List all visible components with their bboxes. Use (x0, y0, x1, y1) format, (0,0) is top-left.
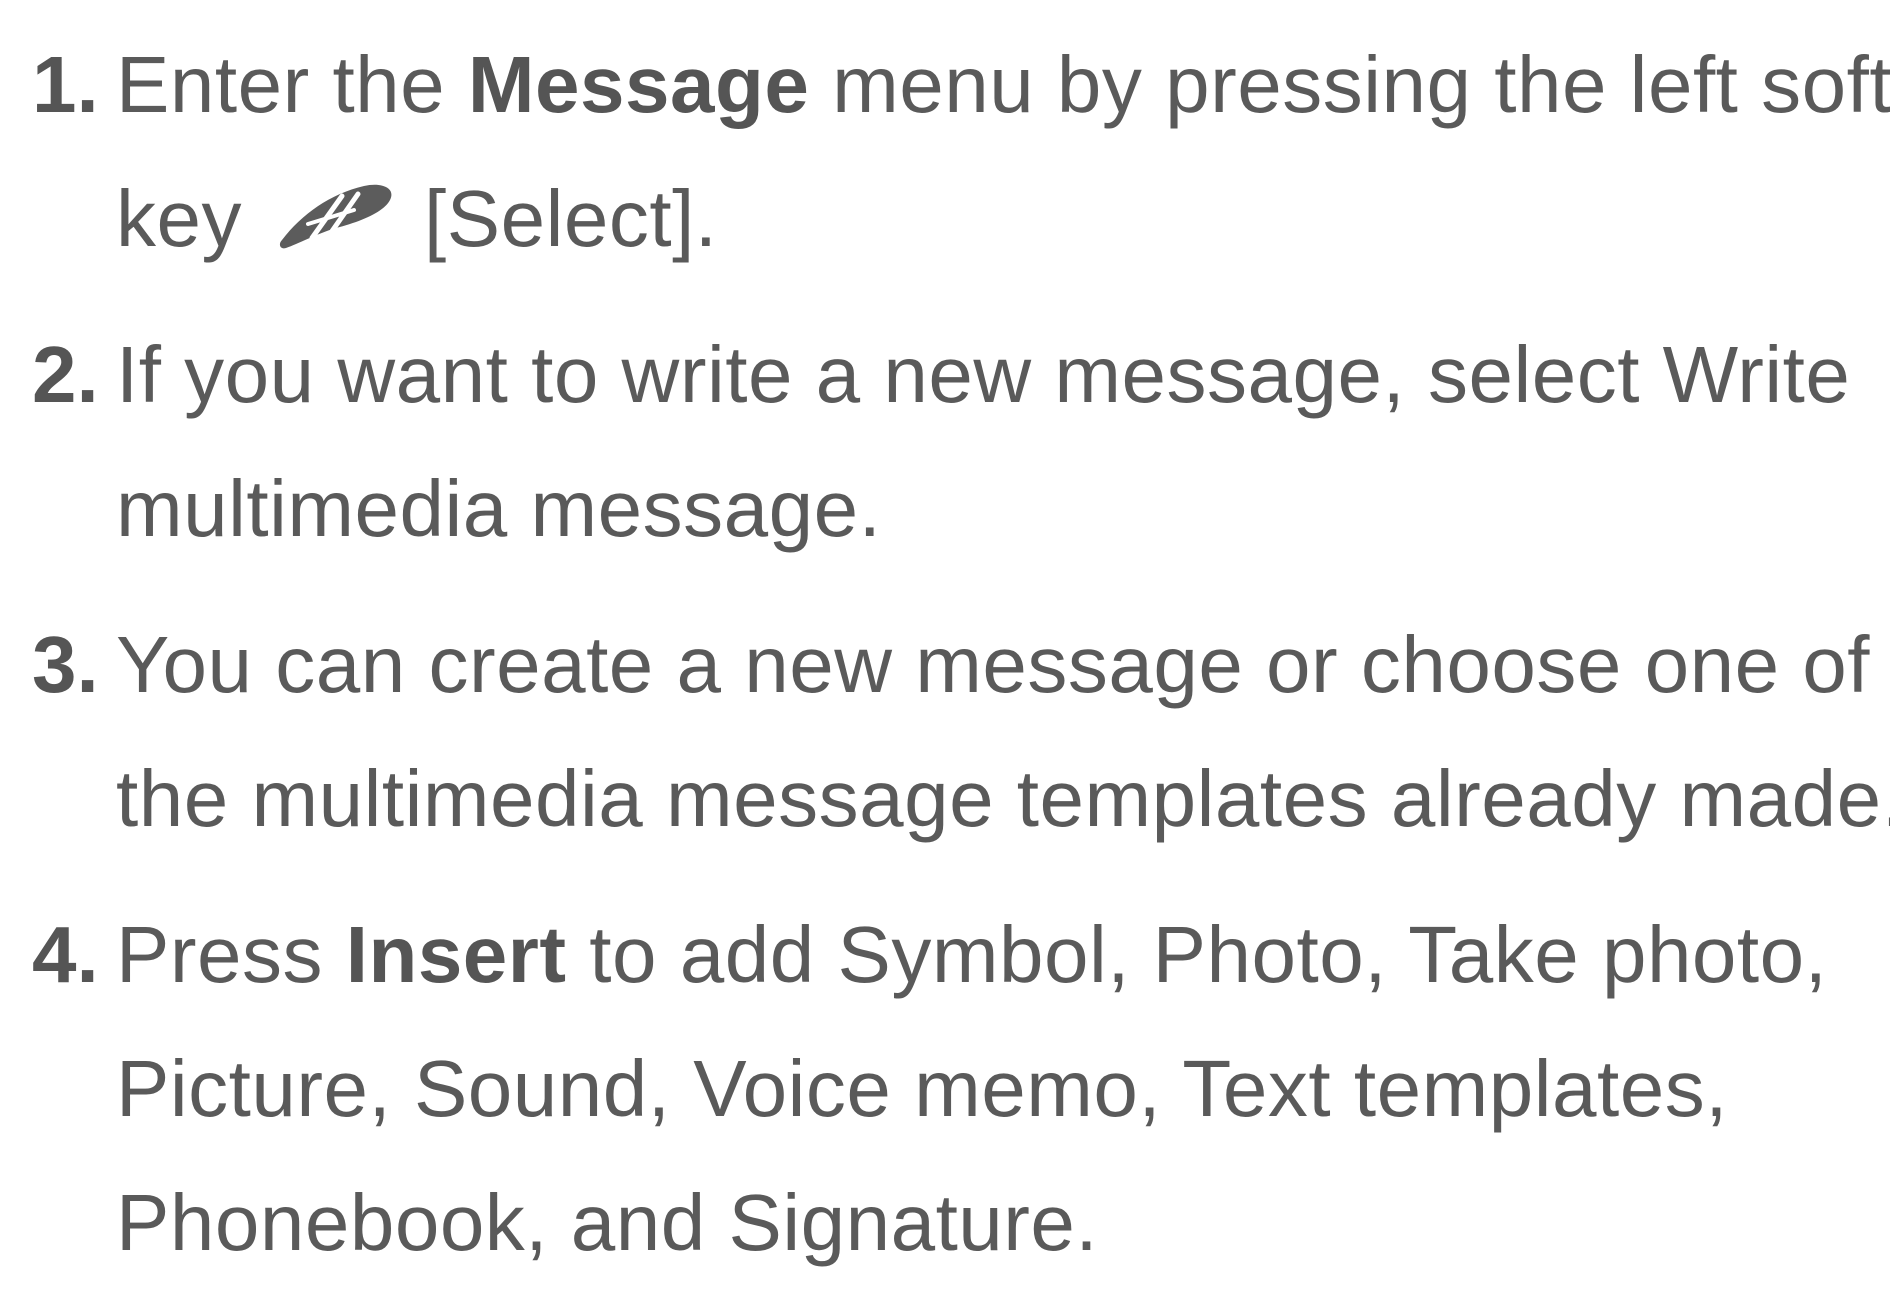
step-1: 1. Enter the Message menu by pressing th… (32, 18, 1890, 286)
step-text: Press Insert to add Symbol, Photo, Take … (116, 888, 1872, 1290)
step-2: 2. If you want to write a new message, s… (32, 308, 1872, 576)
left-soft-key-icon (272, 160, 402, 249)
step-line: If you want to write a new message, sele… (116, 330, 1851, 419)
step-number: 1. (32, 40, 99, 129)
step-text: You can create a new message or choose o… (116, 598, 1890, 866)
text-run: Enter the (116, 40, 468, 129)
text-run: key (116, 174, 242, 263)
message-menu-name: Message (467, 40, 810, 129)
step-line: multimedia message. (116, 464, 882, 553)
text-run: menu by pressing the left soft (809, 40, 1890, 129)
step-text: If you want to write a new message, sele… (116, 308, 1872, 576)
step-line: Enter the Message menu by pressing the l… (116, 18, 1890, 152)
step-line: Picture, Sound, Voice memo, Text templat… (116, 1044, 1728, 1133)
step-number: 4. (32, 910, 99, 999)
step-line: Phonebook, and Signature. (116, 1178, 1099, 1267)
step-line: Press Insert to add Symbol, Photo, Take … (116, 888, 1872, 1022)
text-run: [Select]. (424, 174, 718, 263)
step-line: key [Select]. (116, 152, 1890, 286)
step-number: 2. (32, 330, 99, 419)
step-3: 3. You can create a new message or choos… (32, 598, 1890, 866)
text-run: Press (116, 910, 346, 999)
instruction-steps: 1. Enter the Message menu by pressing th… (32, 18, 1890, 1312)
step-line: You can create a new message or choose o… (116, 620, 1871, 709)
step-text: Enter the Message menu by pressing the l… (116, 18, 1890, 286)
insert-option-name: Insert (345, 910, 567, 999)
step-line: the multimedia message templates already… (116, 754, 1890, 843)
text-run: to add Symbol, Photo, Take photo, (566, 910, 1828, 999)
step-4: 4. Press Insert to add Symbol, Photo, Ta… (32, 888, 1872, 1290)
step-number: 3. (32, 620, 99, 709)
